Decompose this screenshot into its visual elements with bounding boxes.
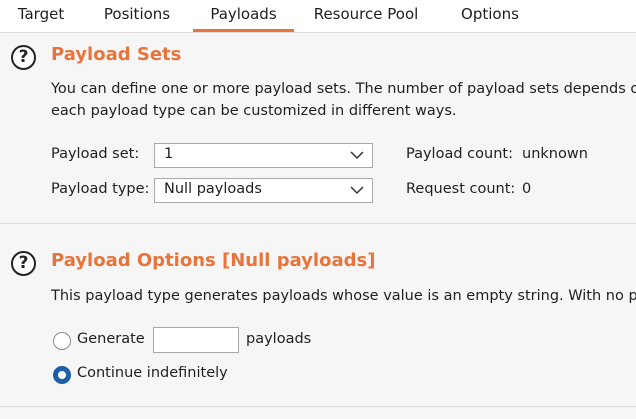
payload-sets-title: Payload Sets bbox=[51, 44, 182, 65]
payload-set-value: 1 bbox=[164, 146, 174, 162]
payload-sets-section: ? Payload Sets You can define one or mor… bbox=[0, 33, 636, 223]
generate-label: Generate bbox=[77, 331, 145, 347]
chevron-down-icon bbox=[350, 186, 364, 195]
request-count-label: Request count: bbox=[406, 181, 516, 197]
payload-options-section: ? Payload Options [Null payloads] This p… bbox=[0, 224, 636, 406]
payload-type-select[interactable]: Null payloads bbox=[154, 178, 373, 203]
payload-type-label: Payload type: bbox=[51, 181, 150, 197]
payload-type-value: Null payloads bbox=[164, 181, 262, 197]
continue-indefinitely-radio[interactable] bbox=[53, 366, 71, 384]
tab-bar: Target Positions Payloads Resource Pool … bbox=[0, 0, 636, 33]
payload-count-value: unknown bbox=[522, 146, 588, 162]
tab-payloads[interactable]: Payloads bbox=[193, 0, 294, 32]
chevron-down-icon bbox=[350, 151, 364, 160]
continue-indefinitely-label: Continue indefinitely bbox=[77, 365, 228, 381]
help-icon[interactable]: ? bbox=[11, 251, 36, 276]
payload-options-description: This payload type generates payloads who… bbox=[51, 288, 636, 304]
payload-set-select[interactable]: 1 bbox=[154, 143, 373, 168]
payload-sets-description-line2: each payload type can be customized in d… bbox=[51, 103, 457, 119]
tab-options[interactable]: Options bbox=[448, 0, 532, 30]
payload-set-label: Payload set: bbox=[51, 146, 140, 162]
payload-options-title: Payload Options [Null payloads] bbox=[51, 250, 376, 271]
payload-count-label: Payload count: bbox=[406, 146, 513, 162]
payload-sets-description-line1: You can define one or more payload sets.… bbox=[51, 81, 636, 97]
tab-resource-pool[interactable]: Resource Pool bbox=[307, 0, 425, 30]
payloads-suffix-label: payloads bbox=[246, 331, 312, 347]
generate-radio[interactable] bbox=[53, 332, 71, 350]
generate-count-input[interactable] bbox=[153, 327, 239, 353]
request-count-value: 0 bbox=[522, 181, 532, 197]
tab-target[interactable]: Target bbox=[10, 0, 72, 30]
tab-positions[interactable]: Positions bbox=[95, 0, 179, 30]
help-icon[interactable]: ? bbox=[11, 45, 36, 70]
next-section bbox=[0, 407, 636, 419]
